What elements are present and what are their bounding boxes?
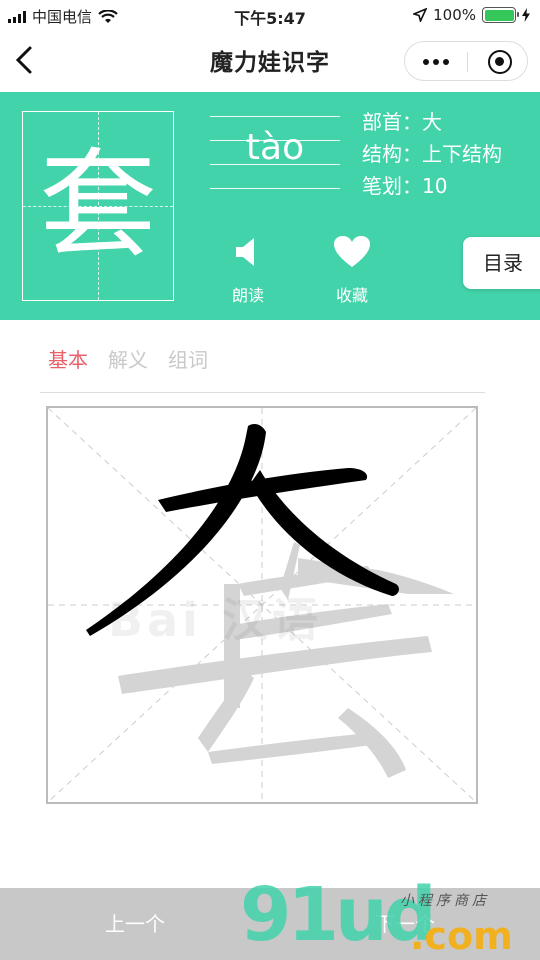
more-dots-icon[interactable]	[423, 59, 449, 65]
character-header: 套 tào 部首：大 结构：上下结构 笔划：10 朗读 收藏 目录	[0, 92, 540, 320]
battery-level-fill	[484, 9, 514, 21]
heart-icon	[334, 236, 370, 267]
read-aloud-label: 朗读	[231, 286, 264, 305]
pinyin-box: tào	[210, 116, 340, 189]
favorite-label: 收藏	[335, 286, 368, 305]
battery-icon	[482, 7, 519, 23]
capsule-divider	[467, 52, 468, 72]
structure-value: 上下结构	[422, 142, 502, 166]
radical-row: 部首：大	[362, 106, 502, 138]
pinyin-line	[210, 188, 340, 189]
target-circle-icon[interactable]	[488, 50, 512, 74]
radical-label: 部首：	[362, 110, 422, 134]
mini-program-capsule	[404, 41, 528, 81]
pinyin-line	[210, 116, 340, 117]
tab-divider	[40, 392, 485, 393]
pinyin-text: tào	[245, 127, 305, 168]
structure-label: 结构：	[362, 142, 422, 166]
board-watermark: Bai 汉语	[108, 593, 322, 647]
charging-bolt-icon	[522, 8, 530, 22]
tab-basic[interactable]: 基本	[48, 344, 88, 373]
brand-logo-main: 91ud	[240, 872, 437, 958]
status-bar: 中国电信 下午5:47 100%	[0, 0, 540, 30]
brand-watermark: 91ud 小程序商店 .com	[240, 860, 540, 960]
brand-logo-sub: 小程序商店	[400, 893, 490, 909]
status-right: 100%	[413, 6, 530, 24]
stroke-order-board[interactable]: Bai 汉语	[46, 406, 478, 804]
character-grid: 套	[22, 111, 174, 301]
brand-logo-tld: .com	[410, 914, 513, 958]
character-info: 部首：大 结构：上下结构 笔划：10	[362, 106, 502, 202]
strokes-row: 笔划：10	[362, 170, 502, 202]
tab-words[interactable]: 组词	[168, 344, 208, 373]
previous-button[interactable]: 上一个	[0, 888, 270, 960]
structure-row: 结构：上下结构	[362, 138, 502, 170]
read-aloud-button[interactable]: 朗读	[218, 232, 278, 306]
speaker-icon	[236, 238, 254, 266]
battery-percent: 100%	[433, 6, 476, 24]
tab-meaning[interactable]: 解义	[108, 344, 148, 373]
detail-tabs: 基本 解义 组词	[48, 344, 208, 373]
toc-button[interactable]: 目录	[463, 237, 540, 289]
radical-value: 大	[422, 110, 442, 134]
location-arrow-icon	[413, 8, 428, 22]
nav-bar: 魔力娃识字	[0, 30, 540, 92]
action-row: 朗读 收藏	[218, 232, 382, 306]
strokes-label: 笔划：	[362, 174, 422, 198]
strokes-value: 10	[422, 174, 448, 198]
character-glyph: 套	[38, 136, 157, 274]
favorite-button[interactable]: 收藏	[322, 232, 382, 306]
